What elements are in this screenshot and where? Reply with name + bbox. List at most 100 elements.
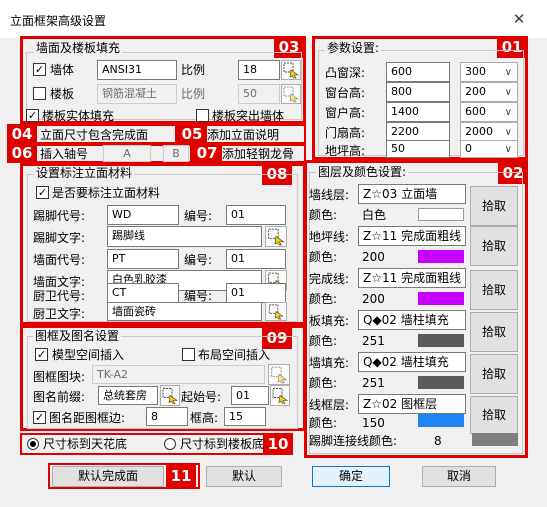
pick-button-3[interactable]: 拾取 <box>470 312 518 352</box>
param-select-3[interactable]: 2000 ∨ <box>460 122 518 142</box>
add-keel-label[interactable]: 添加轻钢龙骨 <box>222 147 294 161</box>
param-select-1[interactable]: 200 ∨ <box>460 82 518 102</box>
start-label: 起始号: <box>181 390 222 404</box>
chevron-down-icon: ∨ <box>504 87 512 98</box>
dim-ceiling-radio[interactable] <box>27 438 39 450</box>
dim-slab-radio[interactable] <box>164 438 176 450</box>
kick-color-swatch[interactable] <box>472 433 518 446</box>
color-swatch-2[interactable] <box>418 292 464 305</box>
ok-button[interactable]: 确定 <box>312 466 390 487</box>
slab-checkbox[interactable] <box>33 87 46 100</box>
frame-legend: 图框及图名设置 <box>33 329 122 343</box>
param-option-2: 600 <box>465 105 486 118</box>
frame-block-field[interactable]: TK-A2 <box>92 365 265 384</box>
param-field-2[interactable]: 1400 <box>386 102 450 122</box>
color-swatch-3[interactable] <box>418 334 464 347</box>
kick-color-label: 踢脚连接线颜色: <box>309 434 398 448</box>
color-swatch-5[interactable] <box>418 414 464 427</box>
chevron-down-icon: ∨ <box>504 107 512 118</box>
wall-scale-field[interactable]: 18 <box>238 60 280 80</box>
layer-field-4[interactable]: Q◆02 墙柱填充 <box>358 352 466 372</box>
need-material-checkbox[interactable]: ✓ <box>36 186 49 199</box>
wall-code-label: 墙面代号: <box>33 253 86 267</box>
add-desc-label[interactable]: 添加立面说明 <box>207 128 279 142</box>
tag-05: 05 <box>177 124 207 144</box>
slab-protrude-checkbox[interactable] <box>196 109 209 122</box>
start-field[interactable]: 01 <box>231 386 269 405</box>
params-legend: 参数设置: <box>325 41 382 55</box>
gap-checkbox[interactable]: ✓ <box>33 411 46 424</box>
tag-04: 04 <box>7 124 37 144</box>
kitchen-code-field[interactable]: CT <box>107 283 179 303</box>
wall-pick-icon[interactable] <box>281 60 301 80</box>
param-select-4[interactable]: 0 ∨ <box>460 140 518 158</box>
model-space-checkbox[interactable]: ✓ <box>35 348 48 361</box>
kick-code-field[interactable]: WD <box>107 205 179 225</box>
param-field-1[interactable]: 800 <box>386 82 450 102</box>
slab-pattern-field[interactable]: 钢筋混凝土 <box>97 84 177 104</box>
slab-solid-checkbox[interactable]: ✓ <box>26 109 39 122</box>
kitchen-text-field[interactable]: 墙面瓷砖 <box>107 302 262 321</box>
color-swatch-0[interactable] <box>418 208 464 221</box>
tag-06: 06 <box>7 144 37 163</box>
slab-scale-field[interactable]: 50 <box>238 84 280 104</box>
pick-button-4[interactable]: 拾取 <box>470 354 518 394</box>
layer-field-0[interactable]: Z☆03 立面墙 <box>358 184 466 204</box>
color-num-1: 200 <box>362 250 385 264</box>
color-num-3: 251 <box>362 334 385 348</box>
param-label-2: 窗户高: <box>325 106 366 120</box>
frame-block-pick-icon[interactable] <box>268 364 290 385</box>
axis-b-field[interactable]: B <box>163 145 189 162</box>
pick-button-0[interactable]: 拾取 <box>470 186 518 226</box>
slab-pick-icon[interactable] <box>281 84 301 104</box>
kitchen-text-label: 厨卫文字: <box>33 307 86 321</box>
tag-07: 07 <box>192 144 222 163</box>
wall-fill-legend: 墙面及楼板填充 <box>34 41 123 55</box>
param-field-3[interactable]: 2200 <box>386 122 450 142</box>
kick-num-label: 编号: <box>184 209 213 223</box>
default-face-button[interactable]: 默认完成面 <box>52 466 164 487</box>
param-field-4[interactable]: 50 <box>386 140 450 158</box>
wall-checkbox[interactable]: ✓ <box>33 63 46 76</box>
wall-num-field[interactable]: 01 <box>226 249 286 269</box>
close-icon[interactable]: ✕ <box>510 10 528 28</box>
color-swatch-4[interactable] <box>418 376 464 389</box>
param-field-0[interactable]: 600 <box>386 62 450 82</box>
wall-code-field[interactable]: PT <box>107 249 179 269</box>
color-label-2: 颜色: <box>309 292 338 306</box>
include-face-label[interactable]: 立面尺寸包含完成面 <box>40 128 148 142</box>
default-button[interactable]: 默认 <box>206 466 282 487</box>
layout-space-checkbox[interactable] <box>182 348 195 361</box>
prefix-field[interactable]: 总统套房 <box>98 386 158 405</box>
dim-ceiling-label: 尺寸标到天花底 <box>43 437 128 451</box>
param-select-2[interactable]: 600 ∨ <box>460 102 518 122</box>
kick-text-field[interactable]: 踢脚线 <box>107 226 262 247</box>
kick-text-pick-icon[interactable] <box>265 226 287 247</box>
axis-label: 插入轴号 <box>40 147 89 161</box>
cancel-button[interactable]: 取消 <box>422 466 496 487</box>
height-field[interactable]: 15 <box>224 407 266 426</box>
param-select-0[interactable]: 300 ∨ <box>460 62 518 82</box>
kick-num-field[interactable]: 01 <box>226 205 286 225</box>
gap-field[interactable]: 8 <box>146 407 188 426</box>
layer-label-3: 板填充: <box>309 314 350 328</box>
kitchen-text-pick-icon[interactable] <box>265 302 287 321</box>
wall-pattern-field[interactable]: ANSI31 <box>97 60 177 80</box>
pick-button-1[interactable]: 拾取 <box>470 226 518 266</box>
pick-button-2[interactable]: 拾取 <box>470 270 518 310</box>
wall-text-label: 墙面文字: <box>33 275 86 289</box>
kitchen-num-field[interactable]: 01 <box>226 283 286 303</box>
pick-button-5[interactable]: 拾取 <box>470 396 518 434</box>
layer-field-5[interactable]: Z☆02 图框层 <box>358 394 466 414</box>
prefix-pick-icon[interactable] <box>160 385 180 406</box>
layer-field-2[interactable]: Z☆11 完成面粗线 <box>358 268 466 288</box>
color-swatch-1[interactable] <box>418 250 464 263</box>
need-material-label: 是否要标注立面材料 <box>52 186 161 200</box>
layer-field-1[interactable]: Z☆11 完成面粗线 <box>358 226 466 246</box>
param-label-1: 窗台高: <box>325 86 366 100</box>
kick-code-label: 踢脚代号: <box>33 209 86 223</box>
layer-field-3[interactable]: Q◆02 墙柱填充 <box>358 310 466 330</box>
start-pick-icon[interactable] <box>270 385 290 406</box>
axis-a-field[interactable]: A <box>103 145 151 162</box>
kick-color-num: 8 <box>434 434 442 448</box>
